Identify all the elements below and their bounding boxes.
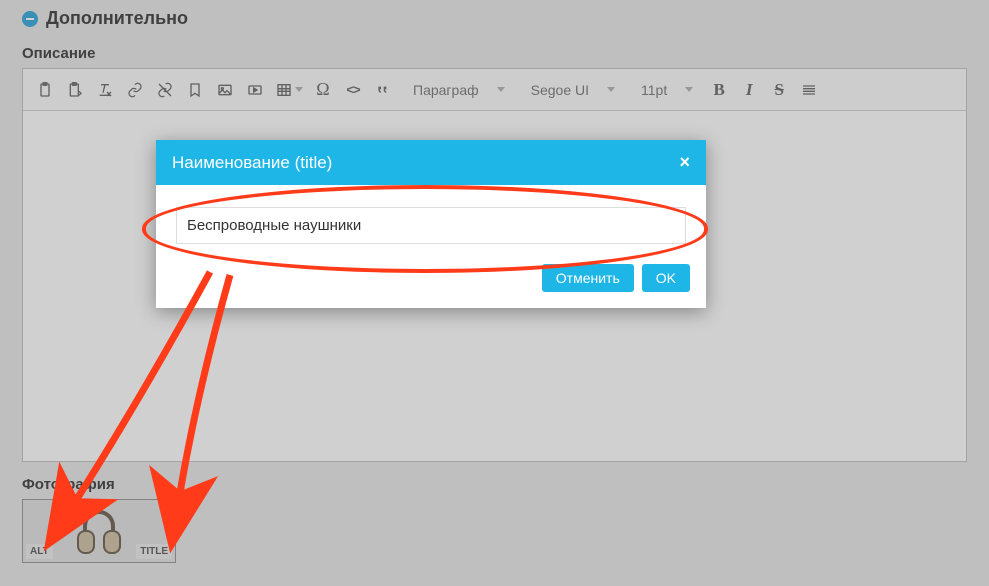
- align-icon[interactable]: [795, 76, 823, 104]
- cancel-button[interactable]: Отменить: [542, 264, 634, 292]
- paragraph-dropdown[interactable]: Параграф: [399, 76, 515, 104]
- paragraph-label: Параграф: [413, 82, 479, 98]
- photo-thumbnail[interactable]: ALT TITLE: [22, 499, 176, 563]
- paste-icon[interactable]: [31, 76, 59, 104]
- editor-toolbar: Ω <> Параграф Segoe UI 11pt B I S: [23, 69, 966, 111]
- strike-button[interactable]: S: [765, 76, 793, 104]
- bookmark-icon[interactable]: [181, 76, 209, 104]
- paste-text-icon[interactable]: [61, 76, 89, 104]
- modal-title: Наименование (title): [172, 153, 332, 173]
- section-header: Дополнительно: [22, 8, 967, 29]
- quote-icon[interactable]: [369, 76, 397, 104]
- video-icon[interactable]: [241, 76, 269, 104]
- title-input[interactable]: [176, 207, 686, 244]
- title-badge[interactable]: TITLE: [136, 544, 172, 559]
- photos-label: Фотография: [22, 476, 967, 493]
- alt-badge[interactable]: ALT: [26, 544, 53, 559]
- table-icon[interactable]: [271, 76, 307, 104]
- ok-button[interactable]: OK: [642, 264, 690, 292]
- fontsize-label: 11pt: [641, 82, 667, 98]
- title-modal: Наименование (title) × Отменить OK: [156, 140, 706, 308]
- unlink-icon[interactable]: [151, 76, 179, 104]
- code-icon[interactable]: <>: [339, 76, 367, 104]
- font-dropdown[interactable]: Segoe UI: [517, 76, 625, 104]
- link-icon[interactable]: [121, 76, 149, 104]
- special-char-icon[interactable]: Ω: [309, 76, 337, 104]
- fontsize-dropdown[interactable]: 11pt: [627, 76, 703, 104]
- section-title: Дополнительно: [46, 8, 188, 29]
- chevron-down-icon: [497, 87, 505, 92]
- collapse-icon[interactable]: [22, 11, 38, 27]
- image-icon[interactable]: [211, 76, 239, 104]
- font-label: Segoe UI: [531, 82, 589, 98]
- modal-header: Наименование (title) ×: [156, 140, 706, 185]
- italic-button[interactable]: I: [735, 76, 763, 104]
- description-label: Описание: [22, 45, 967, 62]
- chevron-down-icon: [607, 87, 615, 92]
- bold-button[interactable]: B: [705, 76, 733, 104]
- close-icon[interactable]: ×: [679, 152, 690, 173]
- clear-format-icon[interactable]: [91, 76, 119, 104]
- chevron-down-icon: [685, 87, 693, 92]
